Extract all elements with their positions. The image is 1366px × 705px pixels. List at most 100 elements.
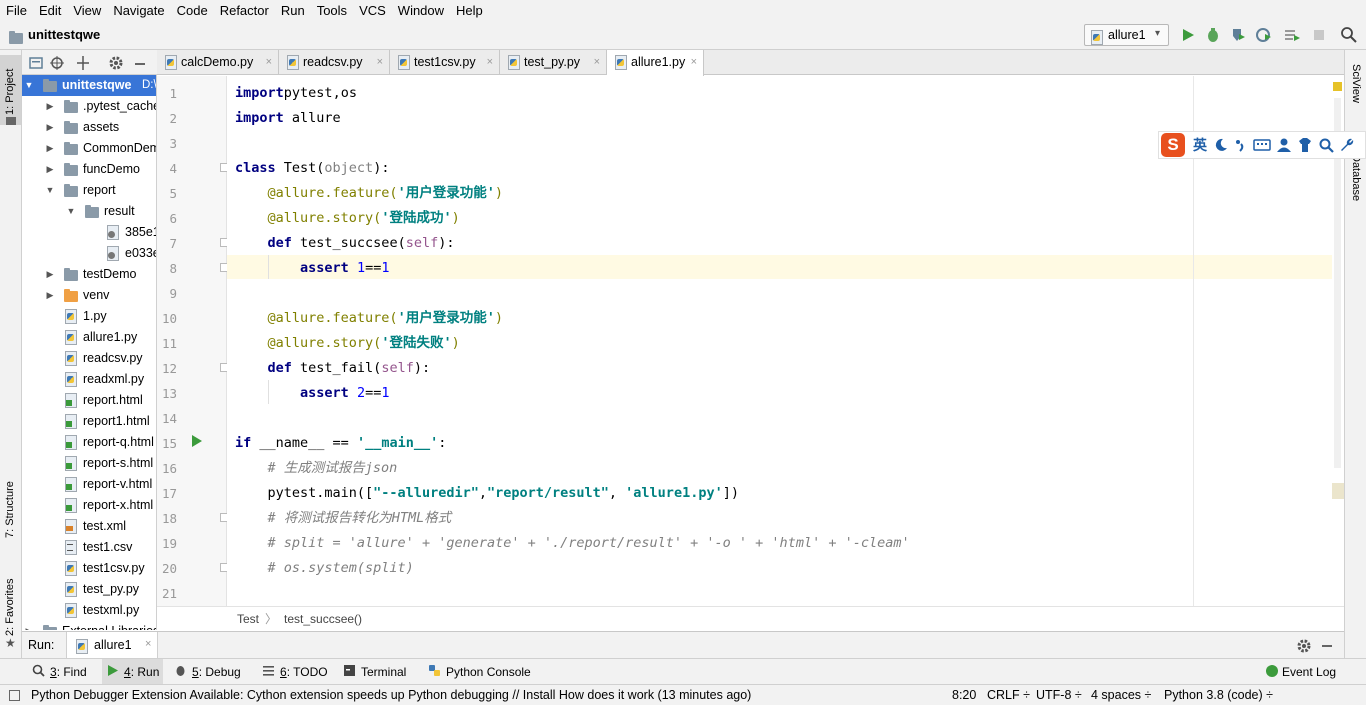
toggle-tool-windows-icon[interactable] (9, 690, 20, 701)
favorites-tool-label[interactable]: 2: Favorites (4, 579, 16, 636)
chevron-right-icon[interactable]: ▶ (45, 138, 55, 159)
code-line[interactable]: assert 2==1 (235, 381, 389, 406)
tree-item[interactable]: report-s.html (22, 453, 156, 474)
project-tool-button[interactable]: 1: Project (0, 55, 21, 125)
code-line[interactable]: # os.system(split) (235, 556, 414, 581)
menu-run[interactable]: Run (275, 0, 311, 22)
code-line[interactable]: # split = 'allure' + 'generate' + './rep… (235, 531, 910, 556)
chevron-down-icon[interactable]: ▼ (24, 75, 34, 96)
code-line[interactable]: assert 1==1 (235, 256, 389, 281)
editor-tab[interactable]: readcsv.py × (279, 50, 390, 75)
search-everywhere-icon[interactable] (1340, 26, 1358, 44)
tool-window-find[interactable]: 3: Find (32, 659, 87, 686)
breadcrumb-method[interactable]: test_succsee() (284, 607, 362, 632)
stop-icon[interactable] (1312, 27, 1326, 43)
sciview-tool-label[interactable]: SciView (1350, 64, 1362, 103)
menu-view[interactable]: View (67, 0, 107, 22)
expand-collapse-icon[interactable] (75, 55, 91, 71)
profile-icon[interactable] (1256, 27, 1272, 43)
breadcrumb-class[interactable]: Test (237, 607, 259, 632)
warning-marker-icon[interactable] (1333, 82, 1342, 91)
tree-item[interactable]: e033e (22, 243, 156, 264)
event-log-button[interactable]: Event Log (1282, 659, 1336, 685)
sogou-logo-icon[interactable]: S (1161, 133, 1185, 157)
tree-item[interactable]: report-x.html (22, 495, 156, 516)
chevron-right-icon[interactable]: ▶ (45, 117, 55, 138)
user-icon[interactable] (1276, 137, 1292, 153)
chevron-right-icon[interactable]: ▶ (45, 96, 55, 117)
chevron-right-icon[interactable]: ▶ (45, 159, 55, 180)
gear-icon[interactable] (108, 55, 124, 71)
code-line[interactable]: pytest.main(["--alluredir","report/resul… (235, 481, 739, 506)
tree-item[interactable]: test1csv.py (22, 558, 156, 579)
hide-icon[interactable] (132, 55, 148, 71)
code-line[interactable]: # 将测试报告转化为HTML格式 (235, 506, 452, 531)
code-line[interactable]: # 生成测试报告json (235, 456, 398, 481)
chevron-right-icon[interactable]: ▶ (24, 621, 34, 630)
close-icon[interactable]: × (377, 50, 383, 75)
skin-icon[interactable] (1297, 137, 1313, 153)
code-line[interactable]: @allure.story('登陆失败') (235, 331, 460, 356)
code-line[interactable]: importpytest,os (235, 81, 357, 106)
close-icon[interactable]: × (691, 50, 697, 75)
tree-item[interactable]: test1.csv (22, 537, 156, 558)
menu-refactor[interactable]: Refactor (214, 0, 275, 22)
ime-language-toggle[interactable]: 英 (1193, 135, 1207, 155)
tree-item[interactable]: report-v.html (22, 474, 156, 495)
search-icon[interactable] (1318, 137, 1334, 153)
menu-tools[interactable]: Tools (311, 0, 353, 22)
menu-file[interactable]: File (0, 0, 33, 22)
tool-window-terminal[interactable]: Terminal (343, 659, 406, 686)
tree-item[interactable]: ▶ External Libraries (22, 621, 156, 630)
keyboard-icon[interactable] (1253, 137, 1271, 153)
collapse-icon[interactable] (28, 55, 44, 71)
wrench-icon[interactable] (1339, 137, 1355, 153)
tree-item[interactable]: report-q.html (22, 432, 156, 453)
close-icon[interactable]: × (145, 638, 151, 650)
tool-window-pythonconsole[interactable]: Python Console (428, 659, 531, 686)
tool-window-todo[interactable]: 6: TODO (262, 659, 328, 686)
status-message[interactable]: Python Debugger Extension Available: Cyt… (31, 685, 751, 705)
tree-item[interactable]: allure1.py (22, 327, 156, 348)
caret-position[interactable]: 8:20 (952, 685, 976, 705)
run-gutter-icon[interactable] (190, 434, 204, 451)
code-line[interactable]: def test_fail(self): (235, 356, 431, 381)
locate-icon[interactable] (49, 55, 65, 71)
tree-item[interactable]: ▶ funcDemo (22, 159, 156, 180)
code-line[interactable]: if __name__ == '__main__': (235, 431, 446, 456)
tree-item[interactable]: ▶ CommonDemo (22, 138, 156, 159)
code-line[interactable]: class Test(object): (235, 156, 389, 181)
structure-tool-label[interactable]: 7: Structure (4, 481, 16, 538)
code-line[interactable]: def test_succsee(self): (235, 231, 455, 256)
menu-edit[interactable]: Edit (33, 0, 67, 22)
tree-item[interactable]: test_py.py (22, 579, 156, 600)
tool-window-run[interactable]: 4: Run (102, 659, 164, 686)
run-icon[interactable] (1180, 27, 1196, 43)
close-icon[interactable]: × (266, 50, 272, 75)
close-icon[interactable]: × (487, 50, 493, 75)
menu-code[interactable]: Code (171, 0, 214, 22)
run-concurrency-icon[interactable] (1283, 27, 1301, 43)
database-tool-label[interactable]: Database (1350, 154, 1362, 201)
hide-icon[interactable] (1319, 638, 1335, 654)
chevron-down-icon[interactable]: ▼ (66, 201, 76, 222)
code-line[interactable]: @allure.story('登陆成功') (235, 206, 460, 231)
editor-tab[interactable]: test_py.py × (500, 50, 607, 75)
code-line[interactable]: @allure.feature('用户登录功能') (235, 181, 503, 206)
tree-item[interactable]: ▼ unittestqwe D:\ (22, 75, 156, 96)
chevron-down-icon[interactable]: ▼ (45, 180, 55, 201)
tree-item[interactable]: 1.py (22, 306, 156, 327)
menu-vcs[interactable]: VCS (353, 0, 392, 22)
menu-window[interactable]: Window (392, 0, 450, 22)
debug-icon[interactable] (1205, 27, 1221, 43)
coverage-icon[interactable] (1230, 27, 1246, 43)
tree-item[interactable]: ▶ venv (22, 285, 156, 306)
tree-item[interactable]: readcsv.py (22, 348, 156, 369)
indent-setting[interactable]: 4 spaces ÷ (1091, 685, 1151, 705)
tree-item[interactable]: testxml.py (22, 600, 156, 621)
tree-item[interactable]: ▶ testDemo (22, 264, 156, 285)
tool-window-debug[interactable]: 5: Debug (174, 659, 241, 686)
code-line[interactable]: @allure.feature('用户登录功能') (235, 306, 503, 331)
tree-item[interactable]: 385e1 (22, 222, 156, 243)
tree-item[interactable]: ▼ report (22, 180, 156, 201)
